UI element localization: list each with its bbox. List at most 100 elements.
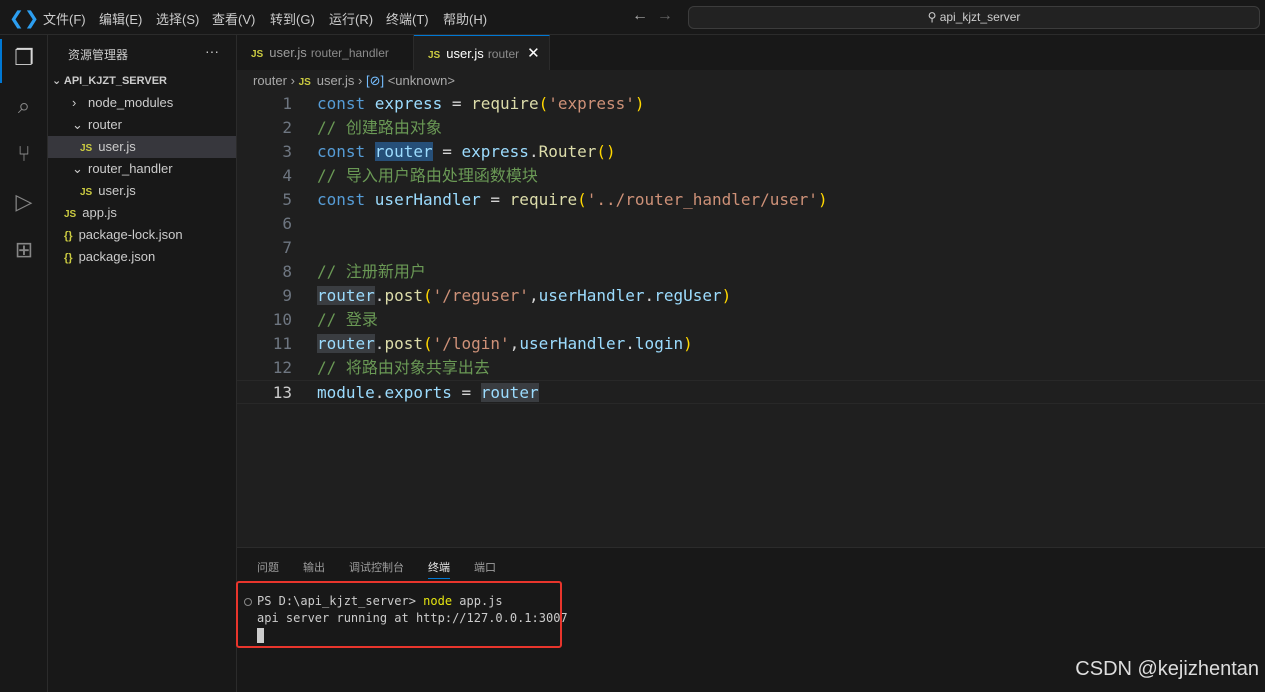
code-token: .: [374, 286, 385, 305]
workspace-root[interactable]: ⌄ API_KJZT_SERVER: [48, 70, 236, 92]
code-token: userHandler: [538, 286, 645, 305]
code-line[interactable]: 3 const router = express.Router(): [237, 140, 1265, 164]
code-token: =: [442, 94, 472, 113]
line-number: 11: [272, 334, 292, 353]
menu-item[interactable]: 查看(V): [212, 9, 255, 28]
code-token: // 创建路由对象: [317, 118, 442, 137]
code-text: module.exports = router: [317, 381, 539, 405]
tree-item-label: router: [88, 117, 122, 132]
menu-item[interactable]: 编辑(E): [99, 9, 142, 28]
code-line[interactable]: 2 // 创建路由对象: [237, 116, 1265, 140]
chevron-down-icon: ⌄: [52, 75, 64, 87]
code-token: require: [509, 190, 578, 209]
code-token: ): [721, 286, 732, 305]
close-icon[interactable]: ✕: [527, 45, 540, 62]
more-actions-button[interactable]: ···: [205, 43, 219, 59]
tree-item[interactable]: JS user.js: [48, 136, 236, 158]
code-line[interactable]: 10 // 登录: [237, 308, 1265, 332]
code-token: // 注册新用户: [317, 262, 426, 281]
panel-tab[interactable]: 端口: [474, 559, 496, 575]
js-file-icon: JS: [298, 77, 311, 88]
code-token: Router: [538, 142, 597, 161]
code-token: login: [634, 334, 684, 353]
code-line[interactable]: 12 // 将路由对象共享出去: [237, 356, 1265, 380]
code-line[interactable]: 6: [237, 212, 1265, 236]
tree-item[interactable]: JS user.js: [48, 180, 236, 202]
js-file-icon: JS: [80, 187, 93, 198]
menu-item[interactable]: 帮助(H): [443, 9, 487, 28]
panel-tab[interactable]: 问题: [257, 559, 279, 575]
watermark: CSDN @kejizhentan: [1075, 658, 1259, 680]
code-line[interactable]: 1 const express = require('express'): [237, 92, 1265, 116]
tree-item[interactable]: JS app.js: [48, 202, 236, 224]
code-token: module: [317, 383, 375, 402]
menu-item[interactable]: 转到(G): [270, 9, 315, 28]
search-icon: ⚲: [927, 10, 940, 24]
menu-item[interactable]: 终端(T): [386, 9, 429, 28]
code-text: // 将路由对象共享出去: [317, 356, 490, 380]
tree-item[interactable]: › node_modules: [48, 92, 236, 114]
code-line[interactable]: 5 const userHandler = require('../router_…: [237, 188, 1265, 212]
code-token: ,: [528, 286, 539, 305]
code-token: (: [538, 94, 549, 113]
breadcrumb-file[interactable]: user.js: [317, 73, 355, 88]
code-token: router: [480, 383, 539, 402]
code-token: (): [596, 142, 616, 161]
chevron-right-icon: ›: [358, 73, 363, 88]
command-center-search[interactable]: ⚲ api_kjzt_server: [688, 6, 1260, 29]
chevron-down-icon: ⌄: [72, 161, 83, 176]
forward-icon[interactable]: →: [657, 7, 673, 24]
tab-user-js-router[interactable]: JS user.js router ✕: [414, 35, 550, 70]
source-control-icon[interactable]: ⑂: [12, 141, 36, 167]
tree-item[interactable]: {} package.json: [48, 246, 236, 268]
explorer-icon[interactable]: ❐: [12, 45, 36, 71]
code-token: .: [644, 286, 655, 305]
panel-tab[interactable]: 调试控制台: [349, 559, 404, 575]
code-text: // 登录: [317, 308, 378, 332]
chevron-down-icon: ⌄: [72, 117, 83, 132]
symbol-icon: [⊘]: [365, 73, 385, 88]
code-token: const: [317, 142, 375, 161]
code-line[interactable]: 13 module.exports = router: [237, 380, 1265, 404]
menu-item[interactable]: 运行(R): [329, 9, 373, 28]
code-line[interactable]: 7: [237, 236, 1265, 260]
tree-item[interactable]: {} package-lock.json: [48, 224, 236, 246]
run-debug-icon[interactable]: ▷: [12, 189, 36, 215]
code-line[interactable]: 9 router.post('/reguser',userHandler.regU…: [237, 284, 1265, 308]
line-number: 4: [282, 166, 292, 185]
line-number: 1: [282, 94, 292, 113]
code-text: // 注册新用户: [317, 260, 426, 284]
line-number: 7: [282, 238, 292, 257]
code-line[interactable]: 8 // 注册新用户: [237, 260, 1265, 284]
code-line[interactable]: 4 // 导入用户路由处理函数模块: [237, 164, 1265, 188]
line-number: 10: [272, 310, 292, 329]
active-indicator: [0, 39, 2, 83]
code-text: const express = require('express'): [317, 92, 645, 116]
tree-item[interactable]: ⌄ router_handler: [48, 158, 236, 180]
search-icon[interactable]: ⌕: [12, 93, 36, 119]
editor-tabs: JS user.js router_handler JS user.js router ✕: [237, 35, 1265, 70]
extensions-icon[interactable]: ⊞: [12, 237, 36, 263]
back-icon[interactable]: ←: [632, 7, 648, 24]
nav-arrows: ← →: [632, 7, 673, 25]
js-file-icon: JS: [251, 49, 264, 60]
title-bar: ❮❯ 文件(F) 编辑(E) 选择(S) 查看(V) 转到(G) 运行(R) 终端(T) 帮助…: [0, 0, 1265, 35]
code-token: (: [422, 286, 433, 305]
tab-user-js-router-handler[interactable]: JS user.js router_handler: [237, 35, 414, 70]
code-token: 'express': [548, 94, 635, 113]
breadcrumb-folder[interactable]: router: [253, 73, 287, 88]
menu-item[interactable]: 选择(S): [156, 9, 199, 28]
code-token: .: [374, 383, 385, 402]
code-token: =: [432, 142, 462, 161]
js-file-icon: JS: [64, 209, 77, 220]
menu-item[interactable]: 文件(F): [43, 9, 86, 28]
code-token: express: [374, 94, 443, 113]
tree-item[interactable]: ⌄ router: [48, 114, 236, 136]
code-token: router: [317, 286, 375, 305]
breadcrumb-symbol[interactable]: <unknown>: [388, 73, 455, 88]
code-token: ,: [509, 334, 520, 353]
code-token: '/reguser': [432, 286, 529, 305]
code-line[interactable]: 11 router.post('/login',userHandler.login…: [237, 332, 1265, 356]
panel-tab[interactable]: 终端: [428, 559, 450, 579]
panel-tab[interactable]: 输出: [303, 559, 325, 575]
